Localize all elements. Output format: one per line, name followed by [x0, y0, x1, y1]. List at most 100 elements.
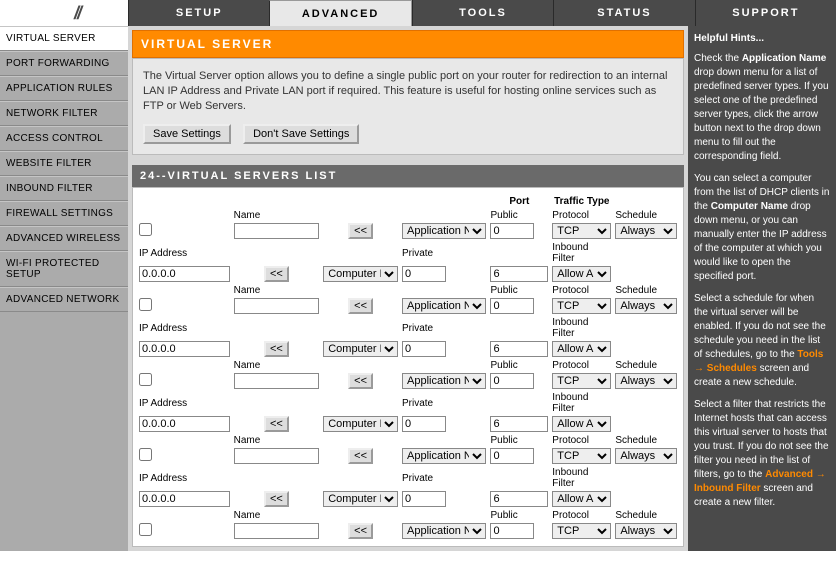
protocol-other-input[interactable] — [490, 341, 548, 357]
label-private: Private — [400, 315, 488, 340]
top-tab-advanced[interactable]: ADVANCED — [269, 0, 411, 26]
name-input[interactable] — [234, 223, 320, 239]
top-tab-setup[interactable]: SETUP — [128, 0, 269, 26]
hint-p3: Select a schedule for when the virtual s… — [694, 292, 830, 390]
public-port-input[interactable] — [490, 298, 534, 314]
application-select[interactable]: Application Name — [402, 223, 486, 239]
inbound-filter-select[interactable]: Allow All — [552, 266, 611, 282]
schedule-select[interactable]: Always — [615, 448, 677, 464]
sidebar-item-wi-fi-protected-setup[interactable]: WI-FI PROTECTED SETUP — [0, 251, 128, 287]
label-name: Name — [232, 508, 322, 522]
label-public: Public — [488, 508, 550, 522]
inbound-filter-select[interactable]: Allow All — [552, 416, 611, 432]
private-port-input[interactable] — [402, 491, 446, 507]
sidebar-item-advanced-network[interactable]: ADVANCED NETWORK — [0, 287, 128, 312]
name-input[interactable] — [234, 523, 320, 539]
dont-save-button[interactable]: Don't Save Settings — [243, 124, 359, 144]
sidebar-item-network-filter[interactable]: NETWORK FILTER — [0, 101, 128, 126]
application-select[interactable]: Application Name — [402, 298, 486, 314]
ip-input[interactable] — [139, 341, 230, 357]
enable-checkbox[interactable] — [139, 223, 152, 236]
enable-checkbox[interactable] — [139, 373, 152, 386]
computer-select[interactable]: Computer Name — [323, 491, 398, 507]
label-public: Public — [488, 283, 550, 297]
protocol-select[interactable]: TCP — [552, 298, 611, 314]
label-name: Name — [232, 433, 322, 447]
apply-app-button[interactable]: << — [348, 373, 373, 389]
application-select[interactable]: Application Name — [402, 373, 486, 389]
private-port-input[interactable] — [402, 341, 446, 357]
save-button[interactable]: Save Settings — [143, 124, 231, 144]
apply-comp-button[interactable]: << — [264, 266, 289, 282]
schedule-select[interactable]: Always — [615, 223, 677, 239]
name-input[interactable] — [234, 448, 320, 464]
schedule-select[interactable]: Always — [615, 298, 677, 314]
hints-panel: Helpful Hints... Check the Application N… — [688, 26, 836, 551]
name-input[interactable] — [234, 298, 320, 314]
public-port-input[interactable] — [490, 448, 534, 464]
panel-desc-text: The Virtual Server option allows you to … — [143, 70, 667, 112]
sidebar-item-access-control[interactable]: ACCESS CONTROL — [0, 126, 128, 151]
label-schedule: Schedule — [613, 433, 679, 447]
hint-p1: Check the Application Name drop down men… — [694, 52, 830, 164]
label-ip: IP Address — [137, 315, 232, 340]
apply-app-button[interactable]: << — [348, 448, 373, 464]
application-select[interactable]: Application Name — [402, 448, 486, 464]
protocol-select[interactable]: TCP — [552, 523, 611, 539]
schedule-select[interactable]: Always — [615, 523, 677, 539]
sidebar-item-port-forwarding[interactable]: PORT FORWARDING — [0, 51, 128, 76]
sidebar: VIRTUAL SERVERPORT FORWARDINGAPPLICATION… — [0, 26, 128, 551]
apply-app-button[interactable]: << — [348, 523, 373, 539]
protocol-select[interactable]: TCP — [552, 373, 611, 389]
protocol-select[interactable]: TCP — [552, 223, 611, 239]
top-nav: // SETUPADVANCEDTOOLSSTATUSSUPPORT — [0, 0, 836, 26]
sidebar-item-virtual-server[interactable]: VIRTUAL SERVER — [0, 26, 128, 51]
apply-comp-button[interactable]: << — [264, 341, 289, 357]
private-port-input[interactable] — [402, 266, 446, 282]
label-schedule: Schedule — [613, 358, 679, 372]
apply-app-button[interactable]: << — [348, 223, 373, 239]
apply-comp-button[interactable]: << — [264, 491, 289, 507]
label-inbound: Inbound Filter — [550, 390, 613, 415]
label-private: Private — [400, 465, 488, 490]
ip-input[interactable] — [139, 266, 230, 282]
public-port-input[interactable] — [490, 523, 534, 539]
sidebar-item-firewall-settings[interactable]: FIREWALL SETTINGS — [0, 201, 128, 226]
server-list: Port Traffic Type Name Public Protocol S… — [132, 187, 684, 547]
top-tab-support[interactable]: SUPPORT — [695, 0, 836, 26]
label-schedule: Schedule — [613, 283, 679, 297]
label-protocol: Protocol — [550, 508, 613, 522]
list-title: 24--VIRTUAL SERVERS LIST — [132, 165, 684, 187]
computer-select[interactable]: Computer Name — [323, 416, 398, 432]
sidebar-item-inbound-filter[interactable]: INBOUND FILTER — [0, 176, 128, 201]
ip-input[interactable] — [139, 491, 230, 507]
apply-comp-button[interactable]: << — [264, 416, 289, 432]
protocol-other-input[interactable] — [490, 416, 548, 432]
label-protocol: Protocol — [550, 283, 613, 297]
private-port-input[interactable] — [402, 416, 446, 432]
protocol-other-input[interactable] — [490, 491, 548, 507]
computer-select[interactable]: Computer Name — [323, 341, 398, 357]
schedule-select[interactable]: Always — [615, 373, 677, 389]
inbound-filter-select[interactable]: Allow All — [552, 491, 611, 507]
application-select[interactable]: Application Name — [402, 523, 486, 539]
public-port-input[interactable] — [490, 223, 534, 239]
protocol-select[interactable]: TCP — [552, 448, 611, 464]
name-input[interactable] — [234, 373, 320, 389]
public-port-input[interactable] — [490, 373, 534, 389]
label-protocol: Protocol — [550, 358, 613, 372]
inbound-filter-select[interactable]: Allow All — [552, 341, 611, 357]
label-protocol: Protocol — [550, 433, 613, 447]
enable-checkbox[interactable] — [139, 448, 152, 461]
enable-checkbox[interactable] — [139, 298, 152, 311]
top-tab-tools[interactable]: TOOLS — [412, 0, 553, 26]
top-tab-status[interactable]: STATUS — [553, 0, 694, 26]
sidebar-item-application-rules[interactable]: APPLICATION RULES — [0, 76, 128, 101]
computer-select[interactable]: Computer Name — [323, 266, 398, 282]
sidebar-item-website-filter[interactable]: WEBSITE FILTER — [0, 151, 128, 176]
ip-input[interactable] — [139, 416, 230, 432]
apply-app-button[interactable]: << — [348, 298, 373, 314]
protocol-other-input[interactable] — [490, 266, 548, 282]
sidebar-item-advanced-wireless[interactable]: ADVANCED WIRELESS — [0, 226, 128, 251]
enable-checkbox[interactable] — [139, 523, 152, 536]
